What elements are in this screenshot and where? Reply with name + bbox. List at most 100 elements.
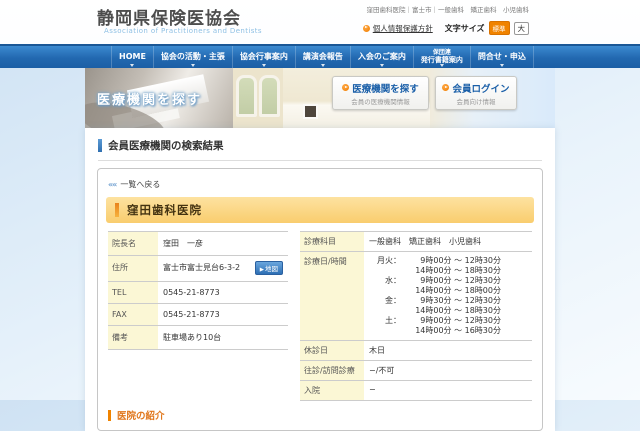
main-content: 会員医療機関の検索結果 «« 一覧へ戻る 窪田歯科医院 院長名 窪田 一彦 — [85, 128, 555, 431]
schedule-row: 土：9時00分 ～ 12時30分14時00分 ～ 16時30分 — [369, 316, 527, 336]
schedule-day: 月火： — [369, 256, 401, 276]
visit-label: 往診/訪問診療 — [300, 361, 364, 380]
login-button-subtitle: 会員向け情報 — [457, 96, 496, 106]
window-shape — [259, 75, 280, 117]
director-label: 院長名 — [108, 232, 158, 255]
clinic-name-banner: 窪田歯科医院 — [106, 197, 534, 223]
schedule-day: 土： — [369, 316, 401, 336]
nav-item[interactable]: HOME — [111, 46, 153, 68]
nav-item[interactable]: 入会のご案内 — [350, 46, 413, 68]
arrow-circle-icon — [342, 84, 349, 91]
intro-title-text: 医院の紹介 — [117, 408, 165, 422]
subjects-value: 一般歯科 矯正歯科 小児歯科 — [364, 232, 532, 251]
search-button-title: 医療機関を探す — [352, 81, 419, 95]
table-row: 往診/訪問診療 −/不可 — [300, 361, 532, 381]
font-size-standard-button[interactable]: 標準 — [489, 21, 510, 35]
table-row: 住所 ▶地図 富士市富士見台6-3-2 — [108, 256, 288, 282]
search-button-subtitle: 会員の医療機関情報 — [351, 96, 410, 106]
chevron-down-icon — [380, 64, 384, 67]
closed-label: 休診日 — [300, 341, 364, 360]
table-row: 入院 − — [300, 381, 532, 401]
title-accent-bar — [98, 139, 102, 152]
chevron-down-icon — [262, 64, 266, 67]
address-label: 住所 — [108, 256, 158, 281]
nav-item-label: 協会行事案内 — [240, 53, 288, 61]
table-row: 診療科目 一般歯科 矯正歯科 小児歯科 — [300, 232, 532, 252]
main-nav: HOME 協会の活動・主張協会行事案内 講演会報告 入会のご案内保団連発行書籍案内問合… — [0, 44, 640, 68]
nav-item-label: 入会のご案内 — [358, 53, 406, 61]
window-shape — [236, 75, 257, 117]
tel-label: TEL — [108, 282, 158, 303]
back-arrows-icon: «« — [108, 180, 116, 189]
member-login-button[interactable]: 会員ログイン 会員向け情報 — [435, 76, 517, 110]
medical-table: 診療科目 一般歯科 矯正歯科 小児歯科 診療日/時間 月火：9時00分 ～ 12… — [300, 231, 532, 401]
schedule-row: 水：9時00分 ～ 12時30分14時00分 ～ 18時00分 — [369, 276, 527, 296]
hero-caption: 医療機関を探す — [97, 89, 202, 108]
fax-value: 0545-21-8773 — [158, 304, 288, 325]
table-row: 備考 駐車場あり10台 — [108, 326, 288, 350]
nav-item-label: 問合せ・申込 — [478, 53, 526, 61]
clinic-intro-heading: 医院の紹介 — [106, 401, 534, 430]
table-row: TEL 0545-21-8773 — [108, 282, 288, 304]
address-value: ▶地図 富士市富士見台6-3-2 — [158, 256, 288, 281]
hero-photo-windows — [233, 68, 283, 128]
chevron-down-icon — [321, 64, 325, 67]
map-button[interactable]: ▶地図 — [255, 261, 283, 275]
clinic-accent-bar — [115, 203, 119, 217]
page-title-text: 会員医療機関の検索結果 — [108, 138, 224, 153]
font-size-label: 文字サイズ — [445, 23, 485, 34]
nav-item-label: 発行書籍案内 — [421, 57, 463, 65]
search-medical-institution-button[interactable]: 医療機関を探す 会員の医療機関情報 — [332, 76, 429, 110]
note-label: 備考 — [108, 326, 158, 349]
info-table: 院長名 窪田 一彦 住所 ▶地図 富士市富士見台6-3-2 TEL 0545-2… — [108, 231, 288, 401]
hero-banner: 医療機関を探す 医療機関を探す 会員の医療機関情報 会員ログイン 会員向け情報 — [85, 68, 555, 128]
nav-item[interactable]: 協会行事案内 — [232, 46, 295, 68]
font-size-large-button[interactable]: 大 — [514, 22, 530, 35]
fax-label: FAX — [108, 304, 158, 325]
chevron-down-icon — [500, 64, 504, 67]
nav-item[interactable]: 講演会報告 — [295, 46, 350, 68]
chevron-down-icon — [440, 64, 444, 67]
hospitalization-value: − — [364, 381, 532, 400]
schedule-row: 金：9時30分 ～ 12時30分14時00分 ～ 18時30分 — [369, 296, 527, 316]
result-box: «« 一覧へ戻る 窪田歯科医院 院長名 窪田 一彦 住所 ▶地 — [97, 168, 543, 431]
tel-value: 0545-21-8773 — [158, 282, 288, 303]
schedule-row: 月火：9時00分 ～ 12時30分14時00分 ～ 18時30分 — [369, 256, 527, 276]
privacy-policy-link[interactable]: 個人情報保護方針 — [363, 23, 433, 34]
detail-tables: 院長名 窪田 一彦 住所 ▶地図 富士市富士見台6-3-2 TEL 0545-2… — [108, 231, 532, 401]
nav-item[interactable]: 協会の活動・主張 — [153, 46, 232, 68]
nav-item[interactable]: 保団連発行書籍案内 — [413, 46, 470, 68]
address-text: 富士市富士見台6-3-2 — [163, 263, 240, 272]
map-button-label: 地図 — [265, 265, 278, 273]
schedule-times: 9時00分 ～ 12時30分14時00分 ～ 18時30分 — [401, 256, 501, 276]
arrow-circle-icon — [442, 84, 449, 91]
schedule-value: 月火：9時00分 ～ 12時30分14時00分 ～ 18時30分水：9時00分 … — [364, 252, 532, 340]
header-tools: 個人情報保護方針 文字サイズ 標準 大 — [363, 21, 529, 35]
site-header: 静岡県保険医協会 Association of Practitioners an… — [0, 0, 640, 44]
login-button-title: 会員ログイン — [452, 81, 509, 95]
visit-value: −/不可 — [364, 361, 532, 380]
clinic-name: 窪田歯科医院 — [127, 202, 202, 218]
schedule-day: 金： — [369, 296, 401, 316]
site-title: 静岡県保険医協会 — [97, 4, 241, 29]
page-title: 会員医療機関の検索結果 — [98, 138, 542, 161]
back-link-label: 一覧へ戻る — [120, 179, 160, 190]
schedule-day: 水： — [369, 276, 401, 296]
nav-items: HOME 協会の活動・主張協会行事案内 講演会報告 入会のご案内保団連発行書籍案内問合… — [85, 46, 555, 68]
schedule-label: 診療日/時間 — [300, 252, 364, 340]
clinic-meta-line: 窪田歯科医院｜富士市｜一般歯科 矯正歯科 小児歯科 — [367, 4, 530, 14]
table-row: 院長名 窪田 一彦 — [108, 232, 288, 256]
nav-item-label: HOME — [119, 53, 146, 61]
director-value: 窪田 一彦 — [158, 232, 288, 255]
nav-item[interactable]: 問合せ・申込 — [470, 46, 534, 68]
table-row: FAX 0545-21-8773 — [108, 304, 288, 326]
nav-item-label: 講演会報告 — [303, 53, 343, 61]
schedule-times: 9時00分 ～ 12時30分14時00分 ～ 18時00分 — [401, 276, 501, 296]
chevron-down-icon — [130, 64, 134, 67]
subjects-label: 診療科目 — [300, 232, 364, 251]
back-to-list-link[interactable]: «« 一覧へ戻る — [106, 177, 534, 192]
privacy-policy-label: 個人情報保護方針 — [373, 23, 433, 34]
hospitalization-label: 入院 — [300, 381, 364, 400]
arrow-circle-icon — [363, 25, 370, 32]
chevron-down-icon — [191, 64, 195, 67]
